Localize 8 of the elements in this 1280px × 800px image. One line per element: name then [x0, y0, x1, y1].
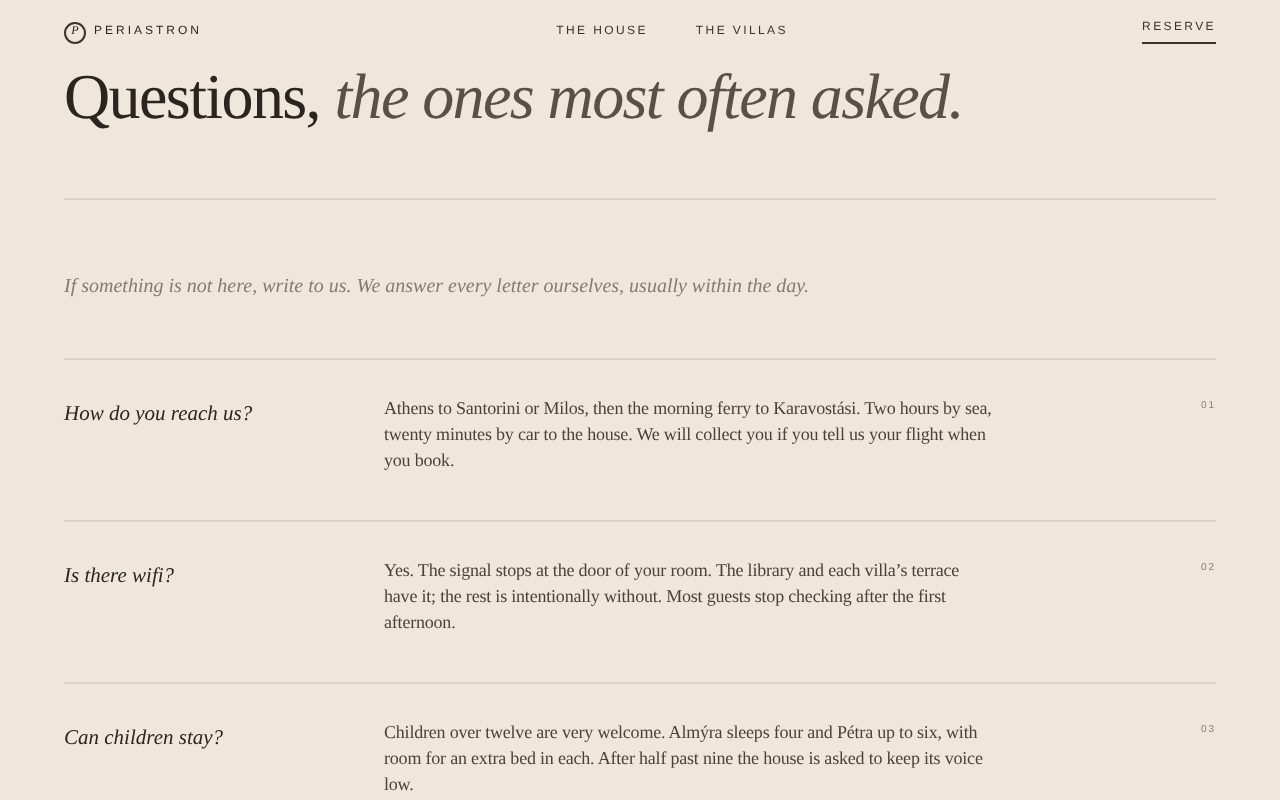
answer-text: Athens to Santorini or Milos, then the morning ferry to Karavostási. Two hours by sea, twenty minutes by car to the house. We will collect you if you tell us your flight when you book. — [384, 396, 994, 474]
page-title: Questions, the ones most often asked. — [64, 64, 965, 128]
question-text: Can children stay? — [64, 726, 226, 754]
answer-text: Yes. The signal stops at the door of your room. The library and each villa’s terrace have it; the rest is intentionally without. Most guests stop checking after the first afternoon. — [384, 558, 962, 636]
question-text: Is there wifi? — [64, 564, 177, 592]
intro-text: If something is not here, write to us. We answer every letter ourselves, usually within the day. — [64, 274, 812, 302]
question-text: How do you reach us? — [64, 402, 255, 430]
answer-text: Children over twelve are very welcome. Almýra sleeps four and Pétra up to six, with room for an extra bed in each. After half past nine the house is asked to keep its voice low. — [384, 720, 985, 798]
